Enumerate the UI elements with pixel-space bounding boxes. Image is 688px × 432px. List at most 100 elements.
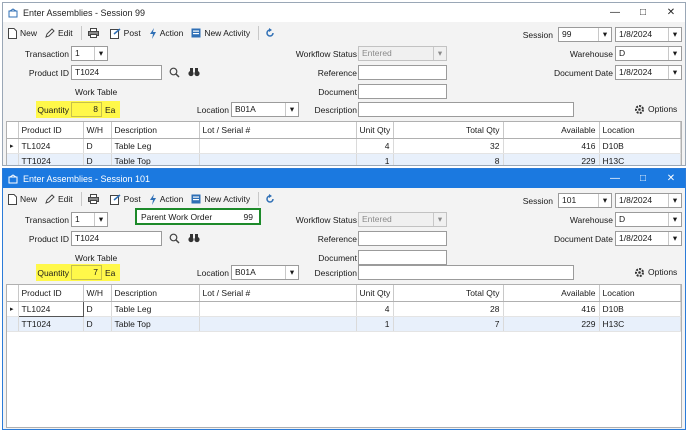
reference-label: Reference: [317, 234, 357, 244]
action-button[interactable]: Action: [146, 24, 187, 42]
new-activity-button[interactable]: New Activity: [188, 24, 253, 42]
close-icon[interactable]: ✕: [657, 3, 685, 22]
column-header-total-qty[interactable]: Total Qty: [393, 285, 504, 302]
chevron-down-icon[interactable]: ▾: [668, 232, 681, 245]
work-table-label: Work Table: [75, 253, 118, 263]
product-id-field[interactable]: T1024: [71, 65, 162, 80]
column-header-available[interactable]: Available: [503, 285, 600, 302]
components-grid: Product ID W/H Description Lot / Serial …: [6, 121, 682, 165]
product-id-field[interactable]: T1024: [71, 231, 162, 246]
parent-work-order-label: Parent Work Order: [141, 212, 213, 222]
chevron-down-icon[interactable]: ▾: [598, 28, 611, 41]
session-date-select[interactable]: 1/8/2024 ▾: [615, 193, 682, 208]
refresh-button[interactable]: [262, 190, 281, 208]
column-header-location[interactable]: Location: [599, 285, 681, 302]
chevron-down-icon[interactable]: ▾: [668, 28, 681, 41]
column-header-wh[interactable]: W/H: [83, 122, 112, 139]
parent-work-order-value: 99: [243, 212, 253, 222]
table-row[interactable]: TT1024 D Table Top 1 7 229 H13C: [7, 316, 681, 332]
reference-field[interactable]: [358, 65, 447, 80]
quantity-field[interactable]: 8: [71, 102, 102, 117]
column-header-total-qty[interactable]: Total Qty: [393, 122, 504, 139]
description-field[interactable]: [358, 102, 574, 117]
column-header-wh[interactable]: W/H: [83, 285, 112, 302]
binoculars-icon[interactable]: [187, 231, 201, 245]
chevron-down-icon[interactable]: ▾: [94, 47, 107, 60]
document-field[interactable]: [358, 84, 447, 99]
post-button[interactable]: Post: [107, 190, 144, 208]
maximize-icon[interactable]: □: [629, 3, 657, 22]
column-header-product-id[interactable]: Product ID: [18, 285, 84, 302]
window-title: Enter Assemblies - Session 99: [23, 7, 146, 18]
components-grid: Product ID W/H Description Lot / Serial …: [6, 284, 682, 428]
options-button[interactable]: Options: [631, 100, 680, 118]
document-date-label: Document Date: [553, 234, 613, 244]
document-date-label: Document Date: [553, 68, 613, 78]
warehouse-select[interactable]: D ▾: [615, 212, 682, 227]
close-icon[interactable]: ✕: [657, 169, 685, 188]
warehouse-select[interactable]: D ▾: [615, 46, 682, 61]
document-date-select[interactable]: 1/8/2024 ▾: [615, 231, 682, 246]
quantity-label: Quantity: [37, 105, 69, 115]
chevron-down-icon[interactable]: ▾: [668, 213, 681, 226]
document-field[interactable]: [358, 250, 447, 265]
print-button[interactable]: [85, 190, 105, 208]
print-button[interactable]: [85, 24, 105, 42]
new-activity-icon: [191, 28, 201, 38]
grid-header: Product ID W/H Description Lot / Serial …: [7, 122, 681, 139]
description-label: Description: [314, 268, 357, 278]
edit-icon: [45, 28, 55, 38]
new-button[interactable]: New: [5, 24, 40, 42]
edit-button[interactable]: Edit: [42, 190, 76, 208]
chevron-down-icon[interactable]: ▾: [668, 66, 681, 79]
document-date-select[interactable]: 1/8/2024 ▾: [615, 65, 682, 80]
new-activity-button[interactable]: New Activity: [188, 190, 253, 208]
refresh-button[interactable]: [262, 24, 281, 42]
search-icon[interactable]: [167, 231, 181, 245]
table-row[interactable]: TT1024 D Table Top 1 8 229 H13C: [7, 153, 681, 165]
transaction-select[interactable]: 1 ▾: [71, 212, 108, 227]
chevron-down-icon[interactable]: ▾: [598, 194, 611, 207]
session-select[interactable]: 101 ▾: [558, 193, 612, 208]
action-button[interactable]: Action: [146, 190, 187, 208]
session-date-select[interactable]: 1/8/2024 ▾: [615, 27, 682, 42]
column-header-lot-serial[interactable]: Lot / Serial #: [199, 285, 357, 302]
binoculars-icon[interactable]: [187, 65, 201, 79]
reference-field[interactable]: [358, 231, 447, 246]
document-label: Document: [318, 87, 357, 97]
title-bar: Enter Assemblies - Session 99 — □ ✕: [3, 3, 685, 22]
column-header-product-id[interactable]: Product ID: [18, 122, 84, 139]
table-row[interactable]: ▸ TL1024 D Table Leg 4 32 416 D10B: [7, 138, 681, 154]
post-button[interactable]: Post: [107, 24, 144, 42]
work-table-label: Work Table: [75, 87, 118, 97]
column-header-description[interactable]: Description: [111, 285, 200, 302]
workflow-status-label: Workflow Status: [295, 215, 357, 225]
column-header-unit-qty[interactable]: Unit Qty: [356, 285, 394, 302]
column-header-available[interactable]: Available: [503, 122, 600, 139]
chevron-down-icon[interactable]: ▾: [94, 213, 107, 226]
edit-button[interactable]: Edit: [42, 24, 76, 42]
reference-label: Reference: [317, 68, 357, 78]
chevron-down-icon[interactable]: ▾: [668, 47, 681, 60]
minimize-icon[interactable]: —: [601, 169, 629, 188]
column-header-unit-qty[interactable]: Unit Qty: [356, 122, 394, 139]
transaction-select[interactable]: 1 ▾: [71, 46, 108, 61]
location-label: Location: [196, 268, 229, 278]
product-id-label: Product ID: [28, 234, 69, 244]
options-button[interactable]: Options: [631, 263, 680, 281]
post-icon: [109, 193, 121, 205]
quantity-field[interactable]: 7: [71, 265, 102, 280]
table-row[interactable]: ▸ TL1024 D Table Leg 4 28 416 D10B: [7, 300, 681, 317]
options-icon: [635, 267, 644, 277]
maximize-icon[interactable]: □: [629, 169, 657, 188]
session-select[interactable]: 99 ▾: [558, 27, 612, 42]
description-field[interactable]: [358, 265, 574, 280]
chevron-down-icon[interactable]: ▾: [668, 194, 681, 207]
minimize-icon[interactable]: —: [601, 3, 629, 22]
column-header-lot-serial[interactable]: Lot / Serial #: [199, 122, 357, 139]
print-icon: [87, 194, 99, 204]
search-icon[interactable]: [167, 65, 181, 79]
new-button[interactable]: New: [5, 190, 40, 208]
column-header-location[interactable]: Location: [599, 122, 681, 139]
column-header-description[interactable]: Description: [111, 122, 200, 139]
